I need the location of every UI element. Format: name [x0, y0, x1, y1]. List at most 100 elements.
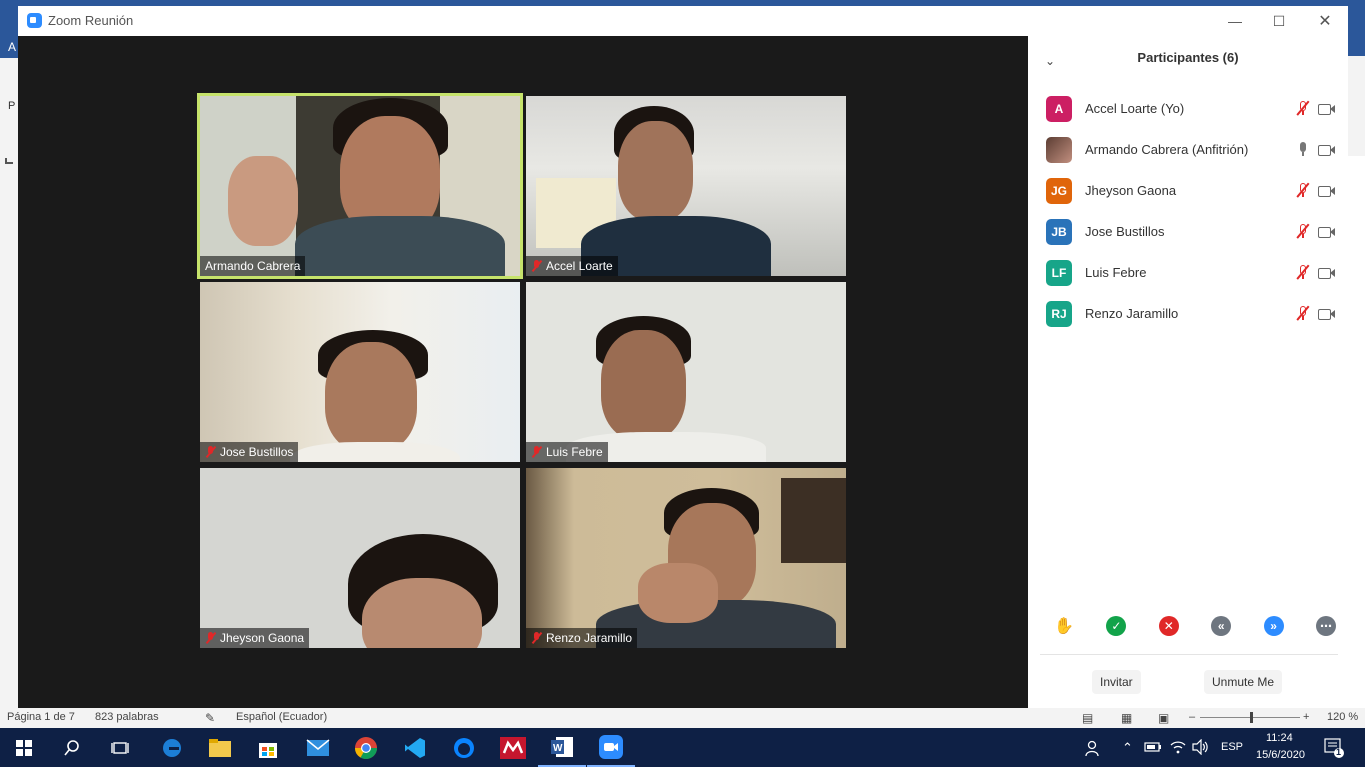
- participants-title: Participantes (6): [1137, 50, 1239, 65]
- zoom-slider-thumb[interactable]: [1250, 712, 1253, 723]
- muted-mic-icon[interactable]: [1296, 224, 1310, 239]
- participant-row[interactable]: LF Luis Febre: [1046, 252, 1336, 293]
- tray-expand-icon[interactable]: ⌃: [1122, 740, 1133, 756]
- unmute-me-button[interactable]: Unmute Me: [1204, 670, 1283, 694]
- camera-icon[interactable]: [1318, 267, 1336, 279]
- divider: [1040, 654, 1338, 655]
- windows-start-icon[interactable]: [0, 728, 48, 767]
- zoom-level[interactable]: 120 %: [1327, 711, 1358, 723]
- avatar: JG: [1046, 177, 1072, 204]
- participants-list: A Accel Loarte (Yo) Armando Cabrera (Anf…: [1046, 88, 1336, 334]
- wifi-icon[interactable]: [1170, 740, 1186, 757]
- close-button[interactable]: ✕: [1302, 6, 1348, 36]
- task-view-icon[interactable]: [96, 728, 144, 767]
- avatar: A: [1046, 95, 1072, 122]
- participant-row[interactable]: RJ Renzo Jaramillo: [1046, 293, 1336, 334]
- word-count[interactable]: 823 palabras: [95, 711, 159, 723]
- people-icon[interactable]: [1085, 739, 1103, 760]
- reactions-bar: ✋ ✓ ✕ « » ⋯: [1054, 616, 1336, 636]
- go-slower-icon[interactable]: «: [1211, 616, 1232, 636]
- word-left-strip: A P: [0, 36, 18, 708]
- participant-name: Accel Loarte (Yo): [1085, 101, 1185, 116]
- video-tile-jheyson[interactable]: Jheyson Gaona: [200, 468, 520, 648]
- camera-icon[interactable]: [1318, 308, 1336, 320]
- video-feed: [526, 96, 846, 276]
- video-tile-renzo[interactable]: Renzo Jaramillo: [526, 468, 846, 648]
- input-language[interactable]: ESP: [1221, 741, 1243, 753]
- go-faster-icon[interactable]: »: [1263, 616, 1284, 636]
- camera-icon[interactable]: [1318, 144, 1336, 156]
- firefox-icon[interactable]: [440, 728, 488, 767]
- clock-time[interactable]: 11:24: [1266, 732, 1293, 744]
- mail-icon[interactable]: [294, 728, 342, 767]
- muted-mic-icon[interactable]: [1296, 265, 1310, 280]
- muted-mic-icon: [531, 632, 543, 644]
- muted-mic-icon[interactable]: [1296, 183, 1310, 198]
- video-feed: [526, 282, 846, 462]
- participant-name: Luis Febre: [1085, 265, 1147, 280]
- language[interactable]: Español (Ecuador): [236, 711, 327, 723]
- camera-icon[interactable]: [1318, 226, 1336, 238]
- muted-mic-icon[interactable]: [1296, 306, 1310, 321]
- word-titlebar-fragment: [1348, 36, 1365, 56]
- tile-name: Luis Febre: [546, 445, 603, 459]
- yes-check-icon[interactable]: ✓: [1106, 616, 1127, 636]
- minimize-button[interactable]: —: [1212, 6, 1258, 36]
- word-ribbon-text: P: [8, 100, 16, 112]
- zoom-titlebar: Zoom Reunión — ☐ ✕: [18, 6, 1348, 36]
- clock-date[interactable]: 15/6/2020: [1256, 749, 1305, 761]
- word-icon[interactable]: W: [538, 728, 586, 767]
- battery-icon[interactable]: [1144, 741, 1162, 756]
- web-layout-icon[interactable]: ▣: [1158, 711, 1169, 725]
- participants-panel: ⌄ Participantes (6) A Accel Loarte (Yo) …: [1028, 36, 1348, 708]
- mic-icon[interactable]: [1296, 142, 1310, 157]
- invite-button[interactable]: Invitar: [1092, 670, 1141, 694]
- more-icon[interactable]: ⋯: [1315, 616, 1336, 636]
- raise-hand-icon[interactable]: ✋: [1054, 616, 1074, 636]
- participant-row[interactable]: JB Jose Bustillos: [1046, 211, 1336, 252]
- store-icon[interactable]: [244, 728, 292, 767]
- read-mode-icon[interactable]: ▤: [1082, 711, 1093, 725]
- avatar: LF: [1046, 259, 1072, 286]
- participant-name: Jose Bustillos: [1085, 224, 1165, 239]
- zoom-app-icon[interactable]: [587, 728, 635, 767]
- word-statusbar: Página 1 de 7 823 palabras ✎ Español (Ec…: [0, 708, 1365, 728]
- camera-icon[interactable]: [1318, 103, 1336, 115]
- video-feed: [200, 282, 520, 462]
- maximize-button[interactable]: ☐: [1256, 6, 1302, 36]
- proofing-icon[interactable]: ✎: [205, 711, 215, 725]
- video-tile-jose[interactable]: Jose Bustillos: [200, 282, 520, 462]
- volume-icon[interactable]: [1192, 738, 1210, 758]
- mendeley-icon[interactable]: [489, 728, 537, 767]
- participant-row[interactable]: JG Jheyson Gaona: [1046, 170, 1336, 211]
- word-ribbon-fragment: A: [0, 36, 18, 58]
- edge-icon[interactable]: [148, 728, 196, 767]
- participant-row[interactable]: A Accel Loarte (Yo): [1046, 88, 1336, 129]
- video-gallery: Armando Cabrera Accel Loarte Jose Bustil…: [18, 36, 1028, 708]
- search-icon[interactable]: [48, 728, 96, 767]
- muted-mic-icon: [531, 446, 543, 458]
- avatar: JB: [1046, 218, 1072, 245]
- vscode-icon[interactable]: [391, 728, 439, 767]
- video-tile-armando[interactable]: Armando Cabrera: [197, 93, 523, 279]
- chrome-icon[interactable]: [342, 728, 390, 767]
- print-layout-icon[interactable]: ▦: [1121, 711, 1132, 725]
- no-x-icon[interactable]: ✕: [1158, 616, 1179, 636]
- window-title: Zoom Reunión: [48, 13, 134, 28]
- video-tile-accel[interactable]: Accel Loarte: [526, 96, 846, 276]
- muted-mic-icon[interactable]: [1296, 101, 1310, 116]
- file-explorer-icon[interactable]: [196, 728, 244, 767]
- zoom-logo-icon: [27, 13, 42, 28]
- tile-name-label: Luis Febre: [526, 442, 608, 462]
- muted-mic-icon: [531, 260, 543, 272]
- zoom-out-icon[interactable]: –: [1189, 711, 1195, 723]
- tile-name: Armando Cabrera: [205, 259, 301, 273]
- zoom-in-icon[interactable]: +: [1303, 711, 1309, 723]
- page-count[interactable]: Página 1 de 7: [7, 711, 75, 723]
- participant-row[interactable]: Armando Cabrera (Anfitrión): [1046, 129, 1336, 170]
- video-tile-luis[interactable]: Luis Febre: [526, 282, 846, 462]
- avatar: [1046, 136, 1072, 163]
- tile-name: Jheyson Gaona: [220, 631, 305, 645]
- avatar: RJ: [1046, 300, 1072, 327]
- camera-icon[interactable]: [1318, 185, 1336, 197]
